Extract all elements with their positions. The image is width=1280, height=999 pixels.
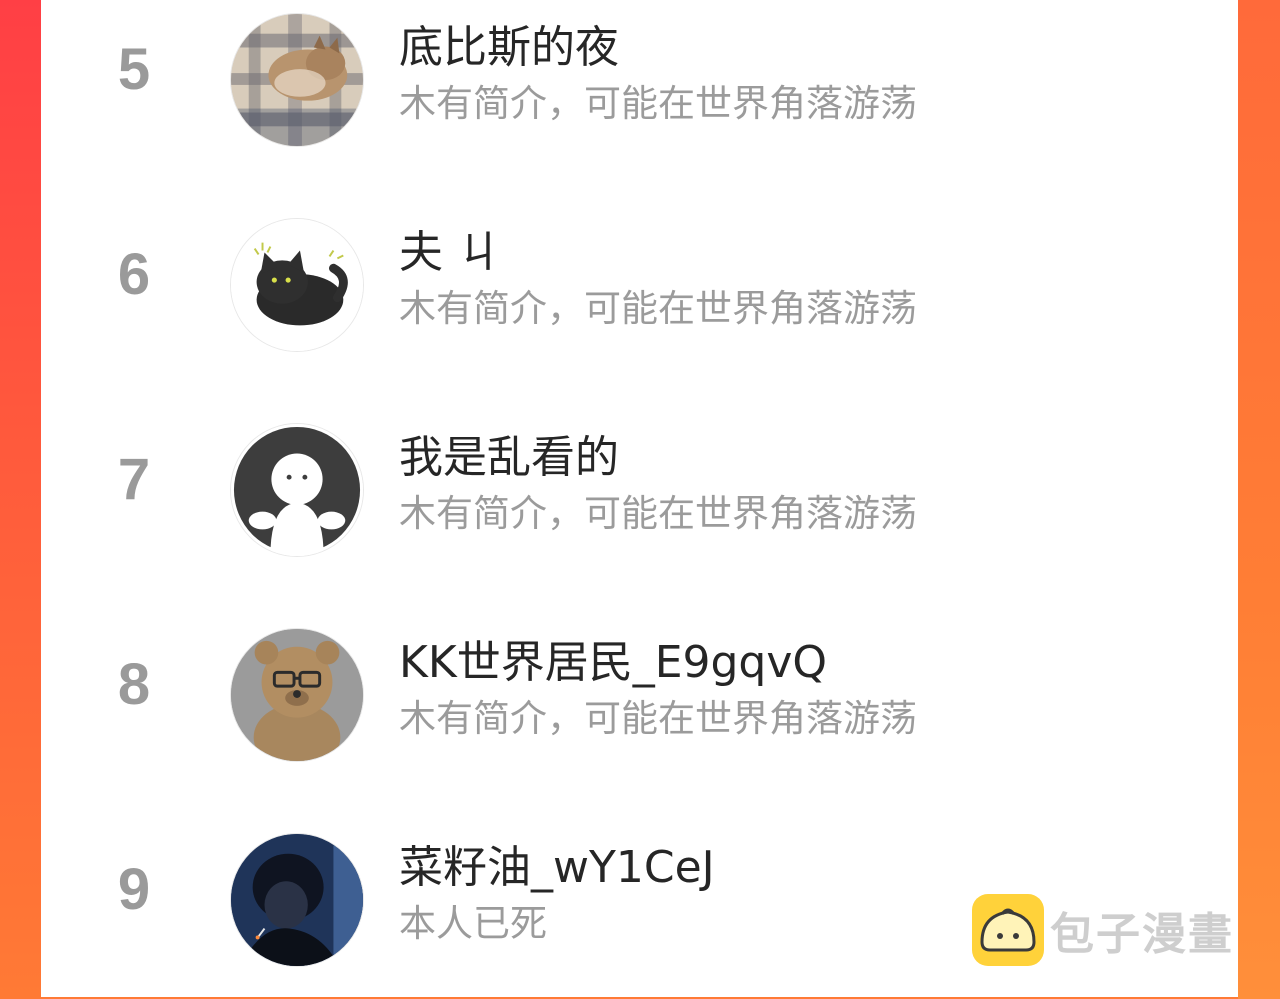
default-ghost-avatar[interactable] — [230, 423, 364, 557]
rank-number: 9 — [117, 857, 151, 922]
user-bio: 木有简介，可能在世界角落游荡 — [399, 697, 917, 740]
user-name[interactable]: 菜籽油_wY1CeJ — [399, 842, 715, 894]
user-bio: 木有简介，可能在世界角落游荡 — [399, 82, 917, 125]
user-name[interactable]: 底比斯的夜 — [399, 22, 619, 74]
ranking-row[interactable]: 6 夫 ㄐ 木有简介，可能在世界角落游荡 — [41, 205, 1238, 352]
user-name[interactable]: 夫 ㄐ — [399, 227, 501, 279]
ranking-row[interactable]: 7 我是乱看的 木有简介，可能在世界角落游荡 — [41, 410, 1238, 557]
rank-number: 7 — [117, 447, 151, 512]
rank-number: 8 — [117, 652, 151, 717]
ranking-list-panel: 5 底比斯的夜 木有简介，可能在世界角落游荡 6 夫 ㄐ 木有简介，可能在世界角… — [41, 0, 1238, 997]
teddy-bear-avatar[interactable] — [230, 628, 364, 762]
bun-mascot-icon — [972, 894, 1044, 966]
ranking-row[interactable]: 5 底比斯的夜 木有简介，可能在世界角落游荡 — [41, 0, 1238, 147]
rank-number: 5 — [117, 37, 151, 102]
black-cat-sticker-avatar[interactable] — [230, 218, 364, 352]
watermark-text: 包子漫畫 — [1050, 909, 1234, 960]
ranking-row[interactable]: 8 KK世界居民_E9gqvQ 木有简介，可能在世界角落游荡 — [41, 615, 1238, 762]
cat-on-plaid-avatar[interactable] — [230, 13, 364, 147]
background-right-strip — [1238, 0, 1280, 999]
user-name[interactable]: 我是乱看的 — [399, 432, 619, 484]
user-bio: 木有简介，可能在世界角落游荡 — [399, 492, 917, 535]
user-bio: 木有简介，可能在世界角落游荡 — [399, 287, 917, 330]
watermark: 包子漫畫 — [972, 894, 1234, 966]
dark-portrait-avatar[interactable] — [230, 833, 364, 967]
user-bio: 本人已死 — [399, 902, 547, 945]
rank-number: 6 — [117, 242, 151, 307]
user-name[interactable]: KK世界居民_E9gqvQ — [399, 637, 827, 689]
